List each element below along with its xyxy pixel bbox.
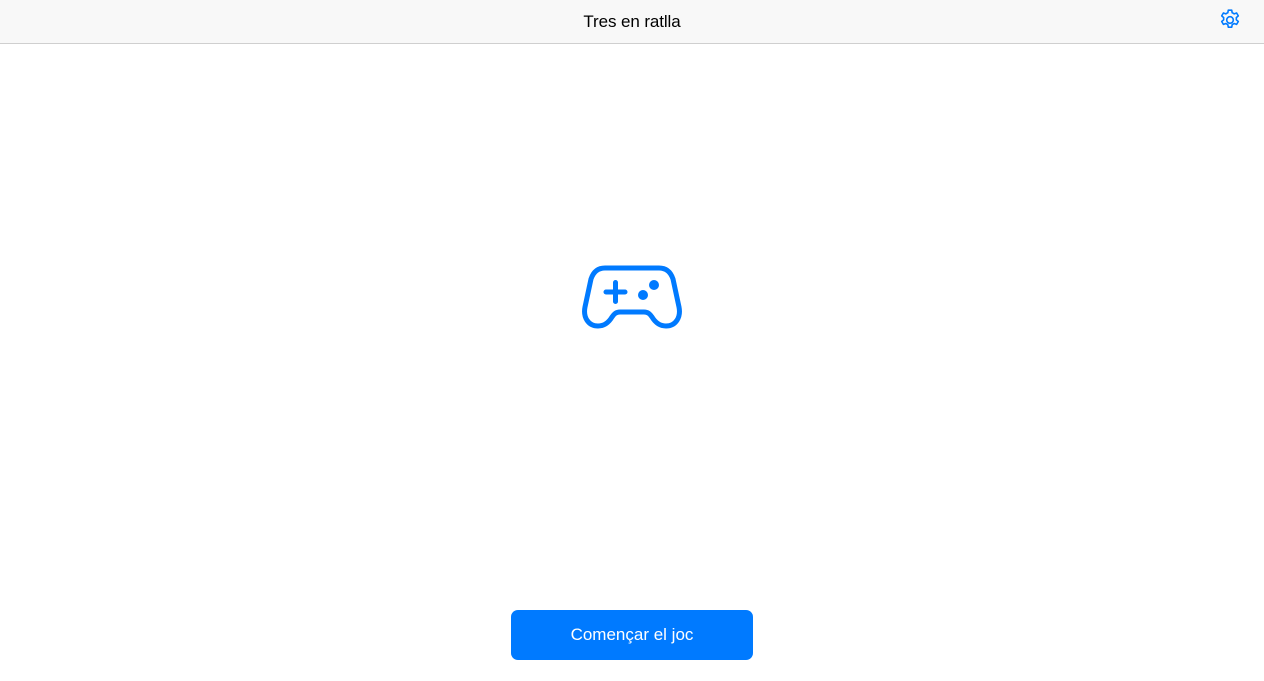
app-window: Tres en ratlla Començar el joc: [0, 0, 1264, 681]
gear-icon: [1218, 8, 1242, 37]
game-controller-icon: [581, 264, 683, 330]
settings-button[interactable]: [1218, 8, 1242, 37]
navigation-bar: Tres en ratlla: [0, 0, 1264, 44]
start-game-button[interactable]: Començar el joc: [511, 610, 753, 660]
page-title: Tres en ratlla: [583, 12, 681, 31]
